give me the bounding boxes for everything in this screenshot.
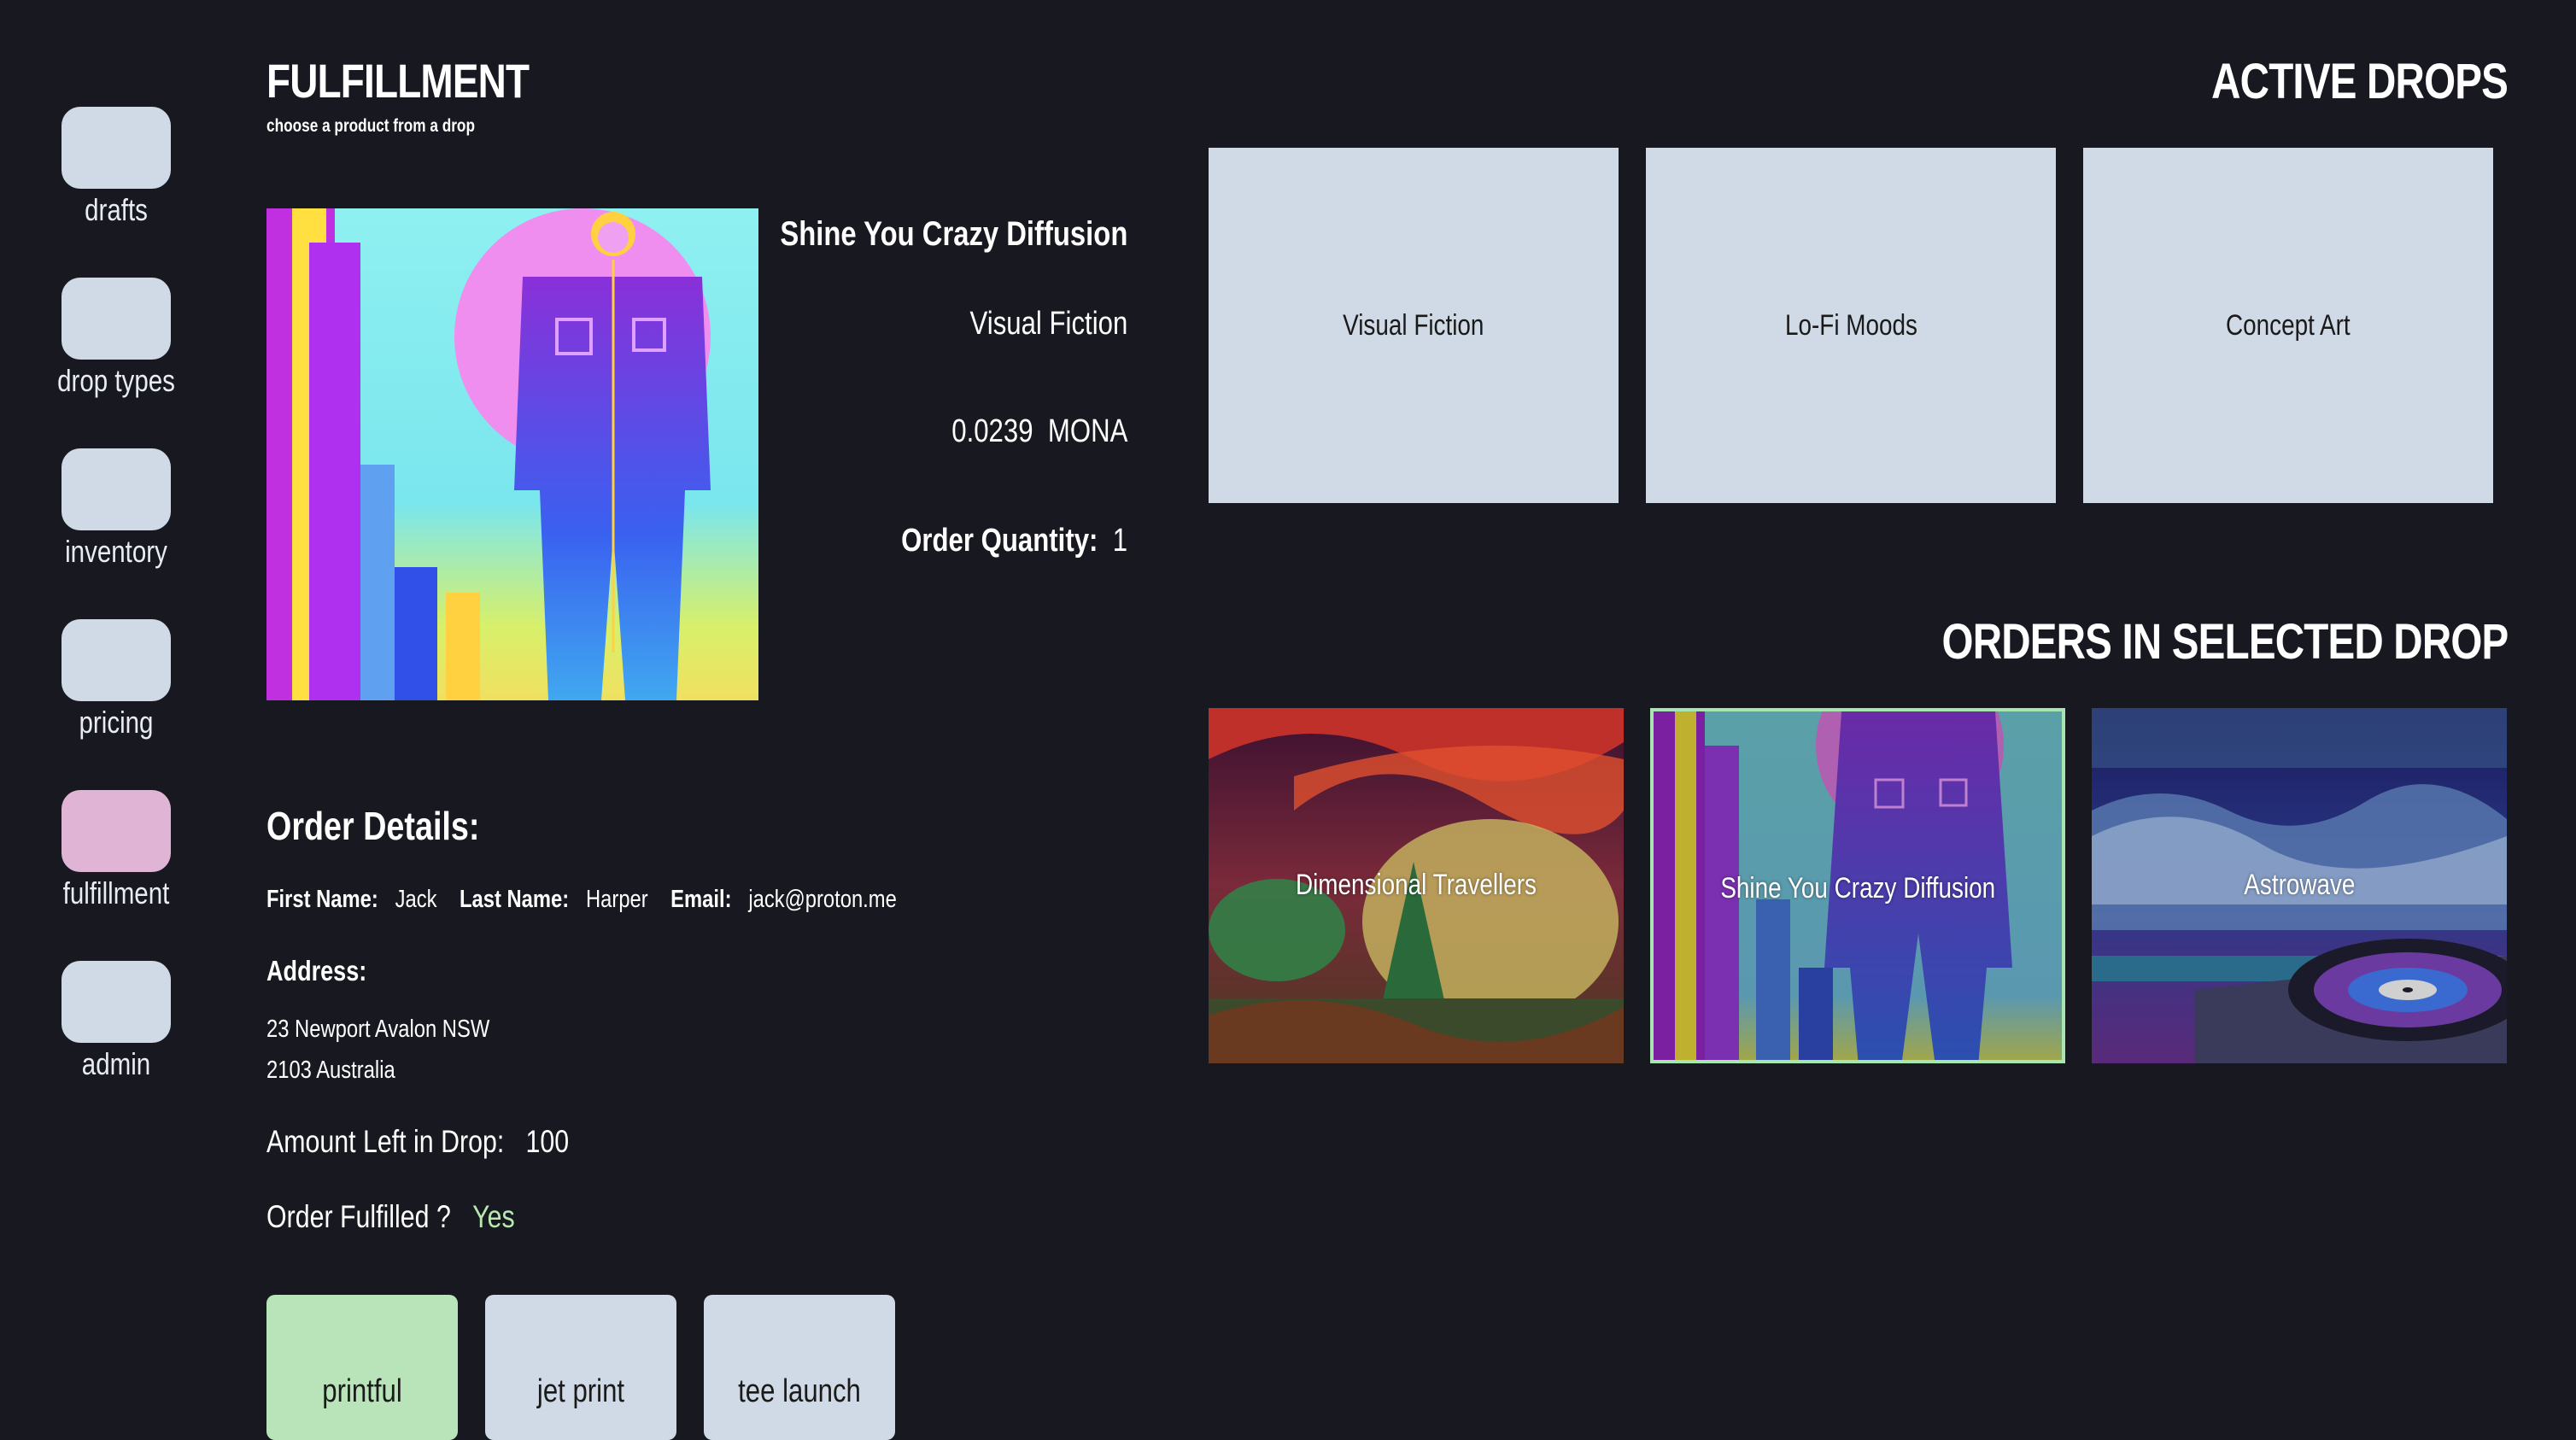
sidebar-item-label: drop types (57, 363, 175, 398)
email-label: Email: (670, 886, 732, 913)
tee-launch-button[interactable]: tee launch (704, 1295, 895, 1440)
sidebar-item-drafts[interactable]: drafts (61, 107, 171, 227)
product-image (266, 208, 758, 700)
tee-launch-label: tee launch (738, 1373, 861, 1409)
drafts-icon[interactable] (61, 107, 171, 189)
last-name-value: Harper (585, 886, 648, 913)
customer-info-row: First Name: Jack Last Name: Harper Email… (266, 886, 897, 914)
amount-left-value: 100 (525, 1124, 570, 1159)
page-subtitle: choose a product from a drop (266, 116, 475, 136)
order-fulfilled-label: Order Fulfilled ? (266, 1199, 451, 1234)
sidebar-item-label: admin (81, 1046, 151, 1081)
sidebar-item-label: inventory (65, 534, 167, 569)
order-quantity: Order Quantity: 1 (901, 523, 1127, 559)
order-fulfilled: Order Fulfilled ? Yes (266, 1199, 515, 1235)
price-currency: MONA (1047, 413, 1127, 449)
drop-card-label: Lo-Fi Moods (1784, 308, 1917, 342)
order-card-dimensional-travellers[interactable]: Dimensional Travellers (1209, 708, 1624, 1063)
drop-card-concept-art[interactable]: Concept Art (2083, 148, 2493, 503)
amount-left: Amount Left in Drop: 100 (266, 1124, 569, 1160)
order-card-astrowave[interactable]: Astrowave (2092, 708, 2507, 1063)
order-card-shine-you-crazy-diffusion[interactable]: Shine You Crazy Diffusion (1650, 708, 2065, 1063)
sidebar-item-drop-types[interactable]: drop types (57, 278, 175, 398)
printful-button[interactable]: printful (266, 1295, 458, 1440)
drop-card-visual-fiction[interactable]: Visual Fiction (1209, 148, 1619, 503)
price-value: 0.0239 (951, 413, 1033, 449)
jet-print-label: jet print (536, 1373, 625, 1409)
inventory-icon[interactable] (61, 448, 171, 530)
email-value: jack@proton.me (748, 886, 897, 913)
pricing-icon[interactable] (61, 619, 171, 701)
sidebar: drafts drop types inventory pricing fulf… (0, 0, 231, 1426)
sidebar-item-admin[interactable]: admin (61, 961, 171, 1081)
order-details-heading: Order Details: (266, 804, 480, 848)
order-card-label: Astrowave (2243, 869, 2356, 901)
drop-card-label: Concept Art (2226, 308, 2351, 342)
drop-card-lo-fi-moods[interactable]: Lo-Fi Moods (1646, 148, 2056, 503)
order-quantity-label: Order Quantity: (901, 523, 1098, 559)
sidebar-item-inventory[interactable]: inventory (61, 448, 171, 569)
orders-title: ORDERS IN SELECTED DROP (1941, 614, 2509, 670)
product-collection: Visual Fiction (969, 306, 1127, 342)
address-line-2: 2103 Australia (266, 1057, 395, 1084)
address-label: Address: (266, 955, 367, 986)
order-card-label: Shine You Crazy Diffusion (1720, 872, 1995, 904)
fulfillment-icon[interactable] (61, 790, 171, 872)
drop-card-label: Visual Fiction (1343, 308, 1484, 342)
sidebar-item-label: fulfillment (62, 875, 170, 910)
amount-left-label: Amount Left in Drop: (266, 1124, 505, 1159)
sidebar-item-label: drafts (85, 192, 148, 227)
printful-label: printful (322, 1373, 402, 1409)
order-card-label: Dimensional Travellers (1295, 869, 1537, 901)
first-name-label: First Name: (266, 886, 378, 913)
sidebar-item-label: pricing (79, 705, 154, 740)
last-name-label: Last Name: (459, 886, 570, 913)
order-fulfilled-value: Yes (472, 1199, 515, 1234)
admin-icon[interactable] (61, 961, 171, 1043)
product-name: Shine You Crazy Diffusion (779, 215, 1127, 253)
first-name-value: Jack (395, 886, 437, 913)
order-quantity-value: 1 (1112, 523, 1127, 559)
sidebar-item-fulfillment[interactable]: fulfillment (61, 790, 171, 910)
sidebar-item-pricing[interactable]: pricing (61, 619, 171, 740)
drop-types-icon[interactable] (61, 278, 171, 360)
jet-print-button[interactable]: jet print (485, 1295, 676, 1440)
astronaut-artwork (266, 208, 758, 700)
page-title: FULFILLMENT (266, 54, 530, 108)
address-line-1: 23 Newport Avalon NSW (266, 1016, 490, 1043)
product-price: 0.0239 MONA (951, 413, 1127, 450)
active-drops-title: ACTIVE DROPS (2211, 54, 2509, 109)
